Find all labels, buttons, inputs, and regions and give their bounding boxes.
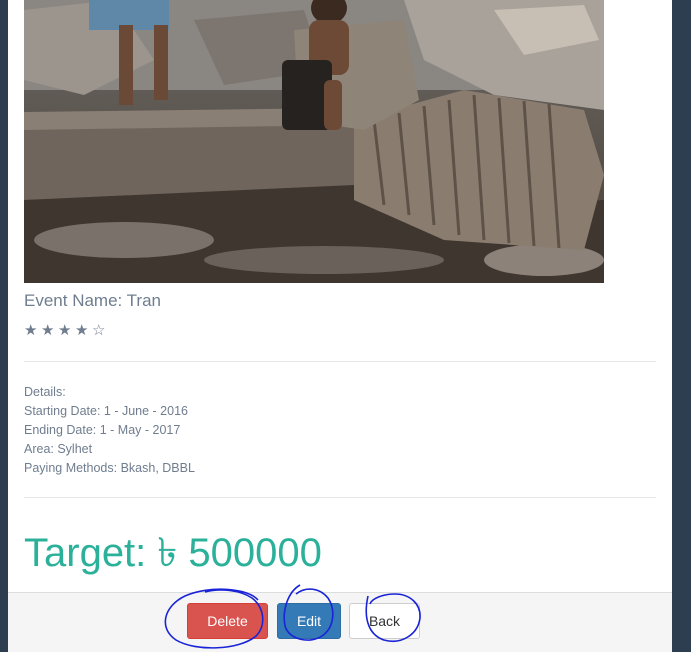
event-details: Details: Starting Date: 1 - June - 2016 …: [24, 383, 195, 478]
divider: [24, 497, 656, 498]
star-filled-icon: ★: [24, 322, 39, 339]
delete-button[interactable]: Delete: [187, 603, 268, 639]
details-heading: Details:: [24, 385, 66, 399]
ending-date: Ending Date: 1 - May - 2017: [24, 423, 181, 437]
back-button[interactable]: Back: [349, 603, 420, 639]
star-filled-icon: ★: [58, 322, 73, 339]
target-amount: Target: ৳ 500000: [24, 531, 322, 575]
star-filled-icon: ★: [75, 322, 90, 339]
paying-methods: Paying Methods: Bkash, DBBL: [24, 461, 195, 475]
event-photo: [24, 0, 604, 283]
star-empty-icon: ☆: [92, 322, 107, 339]
star-filled-icon: ★: [41, 322, 56, 339]
event-detail-card: Event Name: Tran ★ ★ ★ ★ ☆ Details: Starting…: [8, 0, 672, 652]
edit-button[interactable]: Edit: [277, 603, 341, 639]
starting-date: Starting Date: 1 - June - 2016: [24, 404, 188, 418]
star-rating: ★ ★ ★ ★ ☆: [24, 321, 109, 339]
divider: [24, 361, 656, 362]
event-name: Event Name: Tran: [24, 291, 162, 310]
action-footer: Delete Edit Back: [8, 592, 672, 652]
area: Area: Sylhet: [24, 442, 93, 456]
fire-aftermath-image: [24, 0, 604, 283]
